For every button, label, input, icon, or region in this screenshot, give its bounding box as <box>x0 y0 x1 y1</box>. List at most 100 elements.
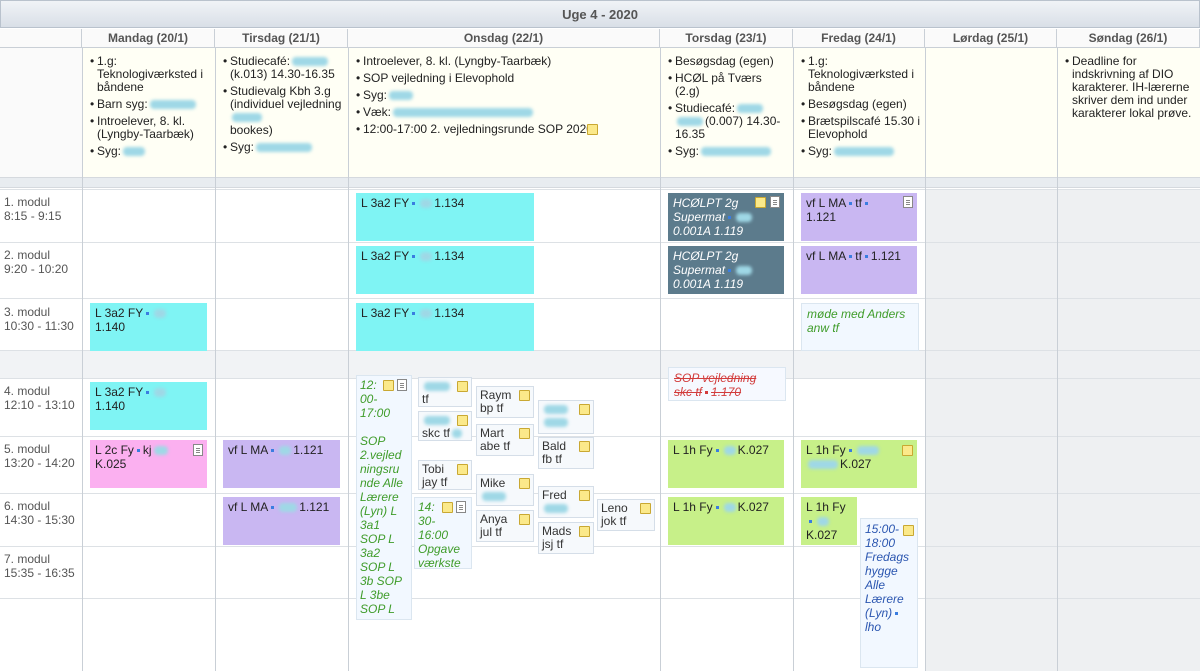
note-icon[interactable] <box>519 478 530 489</box>
row-line <box>0 378 1200 379</box>
allday-saturday[interactable] <box>925 48 1057 178</box>
day-header-friday[interactable]: Fredag (24/1) <box>793 29 925 48</box>
wed-small-event[interactable]: Anya jul tf <box>476 510 534 542</box>
event-tue-module6[interactable]: vf L MA 1.121 <box>223 497 340 545</box>
allday-item[interactable]: Deadline for indskrivning af DIO karakte… <box>1065 55 1196 120</box>
wed-small-event[interactable]: tf <box>418 377 472 407</box>
note-icon[interactable] <box>579 441 590 452</box>
note-icon[interactable] <box>579 404 590 415</box>
day-header-wednesday[interactable]: Onsdag (22/1) <box>348 29 660 48</box>
document-icon[interactable] <box>903 196 913 208</box>
allday-item[interactable]: Væk: <box>356 106 656 119</box>
wed-small-event[interactable]: Fred <box>538 486 594 518</box>
event-tue-module5[interactable]: vf L MA 1.121 <box>223 440 340 488</box>
allday-item[interactable]: HCØL på Tværs (2.g) <box>668 72 789 98</box>
row-line <box>0 546 1200 547</box>
day-header-sunday[interactable]: Søndag (26/1) <box>1057 29 1200 48</box>
event-fri-fredagshygge[interactable]: 15:00- 18:00 Fredags hygge Alle Lærere (Ly… <box>860 518 918 668</box>
allday-friday[interactable]: 1.g: Teknologiværksted i båndene Besøgsd… <box>793 48 925 178</box>
event-wed-sop-vejledning[interactable]: 12: 00- 17:00 SOP 2.vejled ningsru nde Alle… <box>356 375 412 620</box>
event-wed-module2[interactable]: L 3a2 FY 1.134 <box>356 246 534 294</box>
allday-item[interactable]: 1.g: Teknologiværksted i båndene <box>90 55 211 94</box>
row-line <box>0 298 1200 299</box>
allday-time-cell <box>0 48 82 178</box>
event-fri-moede-anders[interactable]: møde med Anders anw tf <box>801 303 919 351</box>
note-icon[interactable] <box>640 503 651 514</box>
event-thu-module5[interactable]: L 1h Fy K.027 <box>668 440 784 488</box>
note-icon[interactable] <box>383 380 394 391</box>
wed-small-event[interactable] <box>538 400 594 434</box>
event-mon-module4[interactable]: L 3a2 FY 1.140 <box>90 382 207 430</box>
day-header-tuesday[interactable]: Tirsdag (21/1) <box>215 29 348 48</box>
allday-item[interactable]: Barn syg: <box>90 98 211 111</box>
note-icon[interactable] <box>587 124 598 135</box>
wed-small-event[interactable]: Tobi jay tf <box>418 460 472 490</box>
allday-item[interactable]: Introelever, 8. kl. (Lyngby-Taarbæk) <box>356 55 656 69</box>
allday-item[interactable]: Besøgsdag (egen) <box>801 98 921 112</box>
allday-item[interactable]: Syg: <box>223 141 344 154</box>
event-wed-opgave-vaerksted[interactable]: 14: 30- 16:00 Opgave værkste <box>414 497 472 569</box>
allday-item[interactable]: Studiecafé:(0.007) 14.30-16.35 <box>668 102 789 141</box>
allday-item[interactable]: SOP vejledning i Elevophold <box>356 72 656 86</box>
event-wed-module3[interactable]: L 3a2 FY 1.134 <box>356 303 534 351</box>
event-thu-module1[interactable]: HCØLPT 2g Supermat 0.001A 1.119 <box>668 193 784 241</box>
note-icon[interactable] <box>903 525 914 536</box>
day-header-monday[interactable]: Mandag (20/1) <box>82 29 215 48</box>
wed-small-event[interactable]: Mike <box>476 474 534 506</box>
allday-item[interactable]: Brætspilscafé 15.30 i Elevophold <box>801 115 921 141</box>
event-thu-module2[interactable]: HCØLPT 2g Supermat 0.001A 1.119 <box>668 246 784 294</box>
wed-small-event[interactable]: Bald fb tf <box>538 437 594 469</box>
allday-sunday[interactable]: Deadline for indskrivning af DIO karakte… <box>1057 48 1200 178</box>
allday-separator <box>0 178 1200 188</box>
note-icon[interactable] <box>519 428 530 439</box>
note-icon[interactable] <box>519 514 530 525</box>
allday-item[interactable]: Studievalg Kbh 3.g (individuel vejlednin… <box>223 85 344 137</box>
document-icon[interactable] <box>193 444 203 456</box>
note-icon[interactable] <box>902 445 913 456</box>
event-fri-module2[interactable]: vf L MA tf 1.121 <box>801 246 917 294</box>
allday-item[interactable]: Introelever, 8. kl. (Lyngby-Taarbæk) <box>90 115 211 141</box>
wed-small-event[interactable]: Raym bp tf <box>476 386 534 418</box>
break-row <box>0 350 925 378</box>
allday-wednesday[interactable]: Introelever, 8. kl. (Lyngby-Taarbæk) SOP… <box>348 48 660 178</box>
allday-item[interactable]: Syg: <box>356 89 656 102</box>
document-icon[interactable] <box>770 196 780 208</box>
wed-small-event[interactable]: skc tf <box>418 411 472 441</box>
allday-tuesday[interactable]: Studiecafé:(k.013) 14.30-16.35 Studieval… <box>215 48 348 178</box>
col-line <box>348 48 349 671</box>
note-icon[interactable] <box>442 502 453 513</box>
note-icon[interactable] <box>457 381 468 392</box>
event-wed-module1[interactable]: L 3a2 FY 1.134 <box>356 193 534 241</box>
event-thu-sop-vejledning[interactable]: SOP vejledning skc tf 1.170 <box>668 367 786 401</box>
event-fri-module5[interactable]: L 1h Fy K.027 <box>801 440 917 488</box>
allday-item[interactable]: Studiecafé:(k.013) 14.30-16.35 <box>223 55 344 81</box>
document-icon[interactable] <box>456 501 466 513</box>
event-mon-module5[interactable]: L 2c Fy kj K.025 <box>90 440 207 488</box>
allday-item[interactable]: Syg: <box>668 145 789 158</box>
allday-monday[interactable]: 1.g: Teknologiværksted i båndene Barn sy… <box>82 48 215 178</box>
wed-small-event[interactable]: Mart abe tf <box>476 424 534 456</box>
row-line <box>0 598 1200 599</box>
event-thu-module6[interactable]: L 1h Fy K.027 <box>668 497 784 545</box>
note-icon[interactable] <box>755 197 766 208</box>
day-header-saturday[interactable]: Lørdag (25/1) <box>925 29 1057 48</box>
event-mon-module3[interactable]: L 3a2 FY 1.140 <box>90 303 207 351</box>
col-line <box>660 48 661 671</box>
allday-thursday[interactable]: Besøgsdag (egen) HCØL på Tværs (2.g) Stu… <box>660 48 793 178</box>
wed-small-event[interactable]: Mads jsj tf <box>538 522 594 554</box>
event-fri-module6[interactable]: L 1h Fy K.027 <box>801 497 857 545</box>
allday-item[interactable]: Syg: <box>801 145 921 158</box>
day-header-thursday[interactable]: Torsdag (23/1) <box>660 29 793 48</box>
event-fri-module1[interactable]: vf L MA tf 1.121 <box>801 193 917 241</box>
note-icon[interactable] <box>579 490 590 501</box>
note-icon[interactable] <box>457 464 468 475</box>
note-icon[interactable] <box>457 415 468 426</box>
document-icon[interactable] <box>397 379 407 391</box>
allday-item[interactable]: Besøgsdag (egen) <box>668 55 789 69</box>
note-icon[interactable] <box>579 526 590 537</box>
allday-item[interactable]: Syg: <box>90 145 211 158</box>
note-icon[interactable] <box>519 390 530 401</box>
allday-item[interactable]: 12:00-17:00 2. vejledningsrunde SOP 2020 <box>356 123 656 136</box>
allday-item[interactable]: 1.g: Teknologiværksted i båndene <box>801 55 921 94</box>
wed-small-event[interactable]: Leno jok tf <box>597 499 655 531</box>
